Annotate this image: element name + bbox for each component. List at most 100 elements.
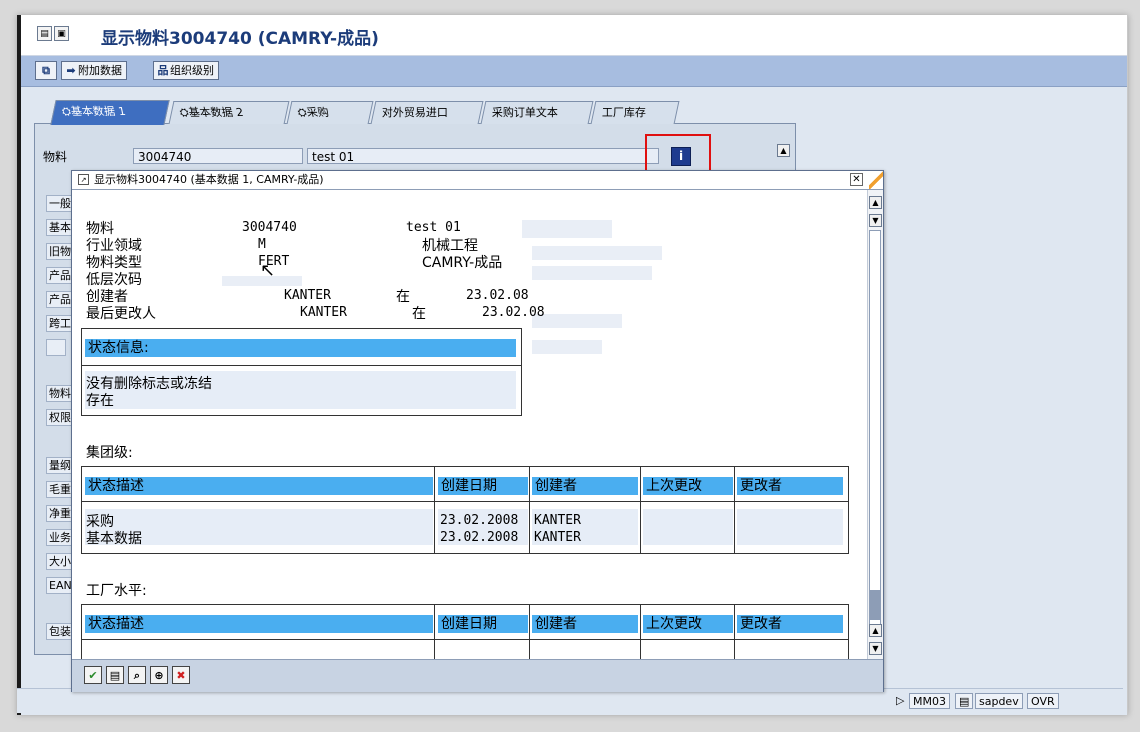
material-number-field[interactable]: 3004740 (133, 148, 303, 164)
decorative-stripe (869, 171, 883, 189)
table-row-created: 23.02.2008 (440, 513, 519, 528)
system-name: sapdev (975, 693, 1023, 709)
plant-level-table: 状态描述 创建日期 创建者 上次更改 更改者 (81, 604, 849, 659)
scroll-down-icon[interactable]: ▼ (869, 642, 882, 655)
col-divider (434, 605, 435, 659)
changed-by-label: 最后更改人 (86, 306, 156, 322)
ghost-block (522, 220, 612, 238)
tab-basic-data-2[interactable]: ⛭ 基本数据 2 (168, 101, 290, 124)
mouse-cursor-icon: ↖ (260, 260, 276, 281)
tab-label: 采购订单文本 (491, 106, 558, 119)
title-icons: ▤ ▣ (37, 26, 69, 41)
industry-code: M (258, 237, 266, 252)
tab-label: 对外贸易进口 (381, 106, 448, 119)
col-header-created-date: 创建日期 (438, 615, 528, 633)
col-divider (529, 605, 530, 659)
tab-basic-data-1[interactable]: ⛭ 基本数据 1 (50, 100, 170, 125)
tab-foreign-trade-import[interactable]: 对外贸易进口 (370, 101, 484, 124)
table-row-created: 23.02.2008 (440, 530, 519, 545)
scroll-up-icon[interactable]: ▲ (869, 624, 882, 637)
material-info-dialog: ↗ 显示物料3004740 (基本数据 1, CAMRY-成品) ✕ 物料 30… (71, 170, 884, 692)
col-header-created-date: 创建日期 (438, 477, 528, 495)
scroll-thumb[interactable] (869, 590, 881, 620)
tab-label: 基本数据 2 (187, 106, 245, 119)
status-info-box: 状态信息: 没有删除标志或冻结 存在 (81, 328, 522, 416)
material-description: test 01 (406, 220, 461, 235)
ghost-block (532, 314, 622, 328)
col-header-last-change: 上次更改 (643, 477, 733, 495)
col-divider (434, 467, 435, 553)
org-levels-button[interactable]: 品组织级别 (153, 61, 219, 80)
col-divider (640, 605, 641, 659)
ghost-block (532, 266, 652, 280)
group-level-table: 状态描述 创建日期 创建者 上次更改 更改者 采购 23.02.2008 KAN… (81, 466, 849, 554)
col-divider (734, 467, 735, 553)
material-number: 3004740 (242, 220, 297, 235)
status-info-header: 状态信息: (85, 339, 516, 357)
dialog-footer: ✔ ▤ ⌕ ⊕ ✖ (72, 659, 883, 692)
scroll-track[interactable] (869, 230, 881, 625)
material-description-field[interactable]: test 01 (307, 148, 659, 164)
document-icon[interactable]: ▣ (54, 26, 69, 41)
window-icon: ↗ (78, 174, 89, 185)
scroll-up-icon[interactable]: ▲ (777, 144, 790, 157)
col-header-last-change: 上次更改 (643, 615, 733, 633)
material-label: 物料 (43, 150, 68, 164)
title-bar: ▤ ▣ 显示物料3004740 (CAMRY-成品) (21, 15, 1127, 56)
find-icon[interactable]: ⌕ (128, 666, 146, 684)
left-checkbox[interactable] (46, 339, 66, 356)
close-icon[interactable]: ✕ (850, 173, 863, 186)
menu-icon[interactable]: ▤ (37, 26, 52, 41)
col-divider (529, 467, 530, 553)
tab-label: 工厂库存 (601, 106, 646, 119)
ghost-block (532, 340, 602, 354)
checkmark-icon[interactable]: ✔ (84, 666, 102, 684)
plant-level-label: 工厂水平: (86, 583, 147, 599)
copy-icon: ⧉ (42, 64, 50, 77)
dialog-scrollbar[interactable]: ▲ ▼ ▲ ▼ (867, 190, 883, 659)
table-row-creator: KANTER (534, 513, 581, 528)
arrow-right-icon: ➡ (66, 64, 76, 77)
col-divider (640, 467, 641, 553)
tab-purchasing[interactable]: ⛭ 采购 (286, 101, 374, 124)
tab-po-text[interactable]: 采购订单文本 (480, 101, 594, 124)
tab-label: 采购 (305, 106, 330, 119)
changed-date: 23.02.08 (482, 305, 545, 320)
hierarchy-icon: 品 (157, 64, 169, 77)
additional-data-label: 附加数据 (78, 64, 122, 77)
ghost-block (532, 246, 662, 260)
scroll-up-icon[interactable]: ▲ (869, 196, 882, 209)
col-header-creator: 创建者 (532, 477, 638, 495)
changed-by: KANTER (300, 305, 347, 320)
cell-bg (643, 509, 733, 545)
group-level-label: 集团级: (86, 445, 133, 461)
scroll-down-icon[interactable]: ▼ (869, 214, 882, 227)
col-header-status-desc: 状态描述 (85, 615, 433, 633)
created-at-word: 在 (396, 289, 410, 305)
insert-mode: OVR (1027, 693, 1059, 709)
divider (82, 365, 521, 366)
print-icon[interactable]: ▤ (106, 666, 124, 684)
status-toggle-icon[interactable]: ▷ (893, 693, 907, 709)
cancel-icon[interactable]: ✖ (172, 666, 190, 684)
col-divider (734, 605, 735, 659)
created-by: KANTER (284, 288, 331, 303)
tab-plant-stock[interactable]: 工厂库存 (590, 101, 680, 124)
other-material-button[interactable]: ⧉ (35, 61, 57, 80)
additional-data-button[interactable]: ➡ 附加数据 (61, 61, 127, 80)
col-header-changer: 更改者 (737, 615, 843, 633)
tab-label: 基本数据 1 (69, 105, 127, 118)
session-icon[interactable]: ▤ (955, 693, 973, 709)
find-next-icon[interactable]: ⊕ (150, 666, 168, 684)
dialog-body: 物料 3004740 test 01 行业领域 M 机械工程 物料类型 FERT… (72, 190, 867, 659)
changed-at-word: 在 (412, 306, 426, 322)
col-header-creator: 创建者 (532, 615, 638, 633)
application-toolbar: ⧉ ➡ 附加数据 品组织级别 (21, 56, 1127, 87)
org-levels-label: 组织级别 (170, 64, 214, 77)
dialog-title-bar: ↗ 显示物料3004740 (基本数据 1, CAMRY-成品) ✕ (72, 171, 883, 190)
dialog-title: 显示物料3004740 (基本数据 1, CAMRY-成品) (94, 173, 324, 186)
main-scrollbar[interactable]: ▲ (777, 144, 791, 172)
window-title: 显示物料3004740 (CAMRY-成品) (101, 29, 379, 49)
col-header-status-desc: 状态描述 (85, 477, 433, 495)
col-header-changer: 更改者 (737, 477, 843, 495)
